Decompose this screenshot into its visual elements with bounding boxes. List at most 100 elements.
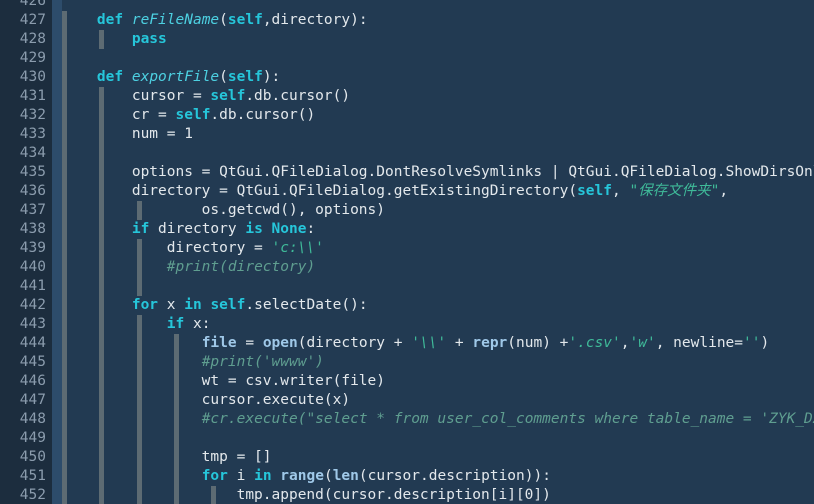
token-kw: pass xyxy=(131,31,167,47)
line-number: 444 xyxy=(19,335,46,351)
line-number: 441 xyxy=(19,278,46,294)
code-line[interactable] xyxy=(62,49,814,68)
code-line[interactable]: file = open(directory + '\\' + repr(num)… xyxy=(62,334,814,353)
token-pln: cr = xyxy=(62,107,176,123)
token-pln: ,directory): xyxy=(262,12,368,28)
code-text: directory = 'c:\\' xyxy=(62,239,324,258)
code-line[interactable]: if directory is None: xyxy=(62,220,814,239)
code-text: num = 1 xyxy=(62,125,193,144)
code-line[interactable]: #cr.execute("select * from user_col_comm… xyxy=(62,410,814,429)
code-text: #cr.execute("select * from user_col_comm… xyxy=(62,410,814,429)
token-str: '\\' xyxy=(411,335,447,351)
indent-guide xyxy=(99,429,105,448)
token-pln xyxy=(62,335,202,351)
line-number: 446 xyxy=(19,373,46,389)
code-line[interactable]: cr = self.db.cursor() xyxy=(62,106,814,125)
code-line[interactable]: def reFileName(self,directory): xyxy=(62,11,814,30)
line-number: 445 xyxy=(19,354,46,370)
line-number: 430 xyxy=(19,69,46,85)
token-pln: , xyxy=(719,183,729,199)
token-pln xyxy=(62,354,202,370)
code-line[interactable]: directory = 'c:\\' xyxy=(62,239,814,258)
code-line[interactable]: #print(directory) xyxy=(62,258,814,277)
token-kw: self xyxy=(210,297,246,313)
code-line[interactable]: wt = csv.writer(file) xyxy=(62,372,814,391)
token-pln: = xyxy=(236,335,263,351)
token-pln: .db.cursor() xyxy=(245,88,351,104)
code-text: directory = QtGui.QFileDialog.getExistin… xyxy=(62,182,728,201)
code-line[interactable]: def exportFile(self): xyxy=(62,68,814,87)
indent-guide xyxy=(62,429,67,448)
token-pln: directory = QtGui.QFileDialog.getExistin… xyxy=(62,183,578,199)
code-line[interactable] xyxy=(62,0,814,11)
line-number: 429 xyxy=(19,50,46,66)
line-number: 450 xyxy=(19,449,46,465)
token-bif: file xyxy=(201,335,237,351)
token-pln: .db.cursor() xyxy=(210,107,316,123)
indent-guide xyxy=(136,429,142,448)
token-pln xyxy=(62,259,167,275)
code-text: #print(directory) xyxy=(62,258,315,277)
code-line[interactable]: os.getcwd(), options) xyxy=(62,201,814,220)
token-pln: , xyxy=(611,183,630,199)
token-pln xyxy=(62,468,202,484)
code-line[interactable]: tmp = [] xyxy=(62,448,814,467)
code-line[interactable]: #print('wwww') xyxy=(62,353,814,372)
token-pln xyxy=(272,468,281,484)
token-kw: self xyxy=(577,183,612,199)
token-pln: ) xyxy=(760,335,770,351)
code-text: pass xyxy=(62,30,167,49)
token-str: '.csv' xyxy=(568,335,621,351)
code-line[interactable] xyxy=(62,144,814,163)
code-line[interactable]: options = QtGui.QFileDialog.DontResolveS… xyxy=(62,163,814,182)
line-numbers: 426 427 428 429 430 431 432 433 434 435 436 437 438 4… xyxy=(0,0,52,504)
token-str: 'c:\\' xyxy=(271,240,324,256)
line-number: 433 xyxy=(19,126,46,142)
token-kw: in xyxy=(184,297,202,313)
token-pln: , xyxy=(620,335,630,351)
token-pln xyxy=(62,316,167,332)
code-line[interactable]: for x in self.selectDate(): xyxy=(62,296,814,315)
code-text: def reFileName(self,directory): xyxy=(62,11,368,30)
token-pln: (directory + xyxy=(297,335,412,351)
code-line[interactable]: directory = QtGui.QFileDialog.getExistin… xyxy=(62,182,814,201)
token-kw: if xyxy=(131,221,150,237)
code-editor[interactable]: def reFileName(self,directory): pass def… xyxy=(0,0,814,504)
code-line[interactable]: pass xyxy=(62,30,814,49)
code-line[interactable] xyxy=(62,277,814,296)
token-pln: directory xyxy=(149,221,246,237)
line-number: 452 xyxy=(19,487,46,503)
code-text: options = QtGui.QFileDialog.DontResolveS… xyxy=(62,163,814,182)
token-pln xyxy=(62,31,132,47)
token-pln: wt = csv.writer(file) xyxy=(62,373,386,389)
code-line[interactable]: for i in range(len(cursor.description)): xyxy=(62,467,814,486)
token-pln: x xyxy=(158,297,185,313)
token-pln xyxy=(62,69,97,85)
code-line[interactable]: num = 1 xyxy=(62,125,814,144)
code-line[interactable]: tmp.append(cursor.description[i][0]) xyxy=(62,486,814,504)
line-number: 443 xyxy=(19,316,46,332)
line-number: 428 xyxy=(19,31,46,47)
line-number: 436 xyxy=(19,183,46,199)
line-number: 451 xyxy=(19,468,46,484)
line-number: 438 xyxy=(19,221,46,237)
code-line[interactable]: if x: xyxy=(62,315,814,334)
token-pln: ( xyxy=(323,468,333,484)
code-line[interactable]: cursor.execute(x) xyxy=(62,391,814,410)
code-area[interactable]: def reFileName(self,directory): pass def… xyxy=(62,0,814,504)
token-pln xyxy=(62,221,132,237)
code-text: def exportFile(self): xyxy=(62,68,280,87)
token-op: ( xyxy=(219,69,228,85)
code-line[interactable] xyxy=(62,429,814,448)
line-number: 437 xyxy=(19,202,46,218)
token-pln xyxy=(123,69,132,85)
code-text: cr = self.db.cursor() xyxy=(62,106,315,125)
indent-guide xyxy=(62,277,67,296)
token-pln: options = QtGui.QFileDialog.DontResolveS… xyxy=(62,164,814,180)
line-number: 427 xyxy=(19,12,46,28)
code-line[interactable]: cursor = self.db.cursor() xyxy=(62,87,814,106)
indent-guide xyxy=(62,144,67,163)
token-kw: for xyxy=(131,297,159,313)
token-bif: len xyxy=(332,468,359,484)
token-pln: : xyxy=(306,221,316,237)
